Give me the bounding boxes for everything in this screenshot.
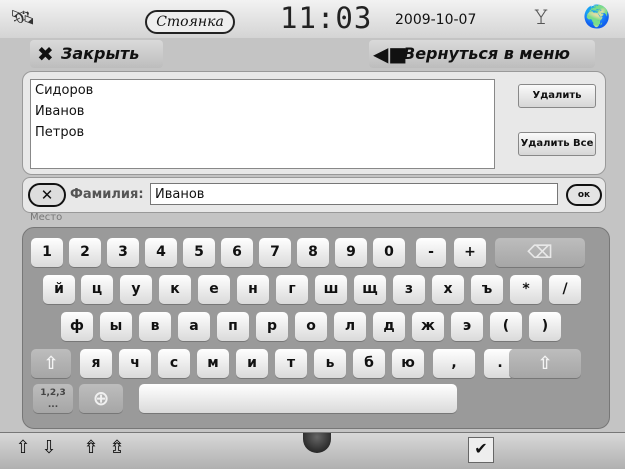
surname-input[interactable] <box>150 183 558 205</box>
page-down-icon[interactable]: ⇯ <box>106 436 128 460</box>
ok-button[interactable]: ок <box>566 184 602 206</box>
key[interactable]: + <box>454 238 486 267</box>
mode-badge[interactable]: Стоянка <box>145 10 235 34</box>
surname-list[interactable]: Сидоров Иванов Петров <box>30 79 495 169</box>
key[interactable]: б <box>353 349 385 378</box>
page-up-icon[interactable]: ⇮ <box>80 436 102 460</box>
delete-all-button[interactable]: Удалить Все <box>518 132 596 156</box>
shift-arrow-icon[interactable]: ⇧ <box>509 349 581 378</box>
key[interactable]: ъ <box>471 275 503 304</box>
key[interactable]: 6 <box>221 238 253 267</box>
key[interactable]: 0 <box>373 238 405 267</box>
key[interactable]: з <box>393 275 425 304</box>
key[interactable]: м <box>197 349 229 378</box>
key[interactable]: 2 <box>69 238 101 267</box>
key[interactable]: ь <box>314 349 346 378</box>
list-item[interactable]: Петров <box>35 123 475 143</box>
date: 2009-10-07 <box>395 12 477 28</box>
key[interactable]: ( <box>490 312 522 341</box>
key[interactable]: т <box>275 349 307 378</box>
key[interactable]: ю <box>392 349 424 378</box>
key[interactable]: к <box>159 275 191 304</box>
globe-icon[interactable]: 🌍 <box>578 4 616 32</box>
close-button-label: Закрыть <box>61 44 140 63</box>
key[interactable]: р <box>256 312 288 341</box>
key[interactable]: г <box>276 275 308 304</box>
surname-label: Фамилия: <box>70 187 144 202</box>
back-to-menu-button[interactable]: ◀■ Вернуться в меню <box>369 40 595 68</box>
close-button[interactable]: ✖ Закрыть <box>30 40 163 68</box>
key[interactable]: л <box>334 312 366 341</box>
antenna-icon: 𝚈 <box>533 5 549 30</box>
arrow-down-icon[interactable]: ⇩ <box>38 436 60 460</box>
key[interactable]: - <box>416 238 446 267</box>
key[interactable]: я <box>80 349 112 378</box>
key[interactable]: х <box>432 275 464 304</box>
numeric-mode-button[interactable]: 1,2,3 ... <box>33 384 73 413</box>
key[interactable]: в <box>139 312 171 341</box>
key[interactable]: / <box>549 275 581 304</box>
hint-text: Место <box>30 212 63 223</box>
key[interactable]: 5 <box>183 238 215 267</box>
key[interactable]: ф <box>61 312 93 341</box>
key[interactable]: ы <box>100 312 132 341</box>
satellite-icon: 🛰 <box>10 5 36 29</box>
key[interactable]: с <box>158 349 190 378</box>
delete-button[interactable]: Удалить <box>518 84 596 108</box>
key[interactable]: щ <box>354 275 386 304</box>
list-item[interactable]: Сидоров <box>35 81 475 101</box>
key[interactable]: а <box>178 312 210 341</box>
key[interactable]: н <box>237 275 269 304</box>
key[interactable]: д <box>373 312 405 341</box>
globe-icon[interactable]: ⊕ <box>79 384 123 413</box>
clock: 11:03 <box>280 1 373 35</box>
list-item[interactable]: Иванов <box>35 102 475 122</box>
key[interactable]: ) <box>529 312 561 341</box>
key[interactable]: 7 <box>259 238 291 267</box>
close-x-icon: ✖ <box>37 42 54 66</box>
key[interactable]: о <box>295 312 327 341</box>
arrow-up-icon[interactable]: ⇧ <box>12 436 34 460</box>
virtual-keyboard: 1 2 3 4 5 6 7 8 9 0 - + ⌫ й ц у к е н г … <box>22 227 610 429</box>
key[interactable]: п <box>217 312 249 341</box>
key[interactable]: 8 <box>297 238 329 267</box>
key[interactable]: й <box>43 275 75 304</box>
space-key[interactable] <box>139 384 457 413</box>
key[interactable]: 4 <box>145 238 177 267</box>
key[interactable]: е <box>198 275 230 304</box>
key[interactable]: 1 <box>31 238 63 267</box>
clear-button[interactable]: ✕ <box>28 183 66 207</box>
key[interactable]: у <box>120 275 152 304</box>
key[interactable]: ж <box>412 312 444 341</box>
key[interactable]: ш <box>315 275 347 304</box>
back-to-menu-label: Вернуться в меню <box>403 44 570 63</box>
key[interactable]: ц <box>81 275 113 304</box>
backspace-icon[interactable]: ⌫ <box>495 238 585 267</box>
key[interactable]: 3 <box>107 238 139 267</box>
key[interactable]: , <box>433 349 475 378</box>
key[interactable]: э <box>451 312 483 341</box>
checkbox-icon[interactable]: ✔ <box>468 437 494 463</box>
key[interactable]: 9 <box>335 238 367 267</box>
key[interactable]: * <box>510 275 542 304</box>
key[interactable]: ч <box>119 349 151 378</box>
shift-arrow-icon[interactable]: ⇧ <box>31 349 71 378</box>
key[interactable]: и <box>236 349 268 378</box>
